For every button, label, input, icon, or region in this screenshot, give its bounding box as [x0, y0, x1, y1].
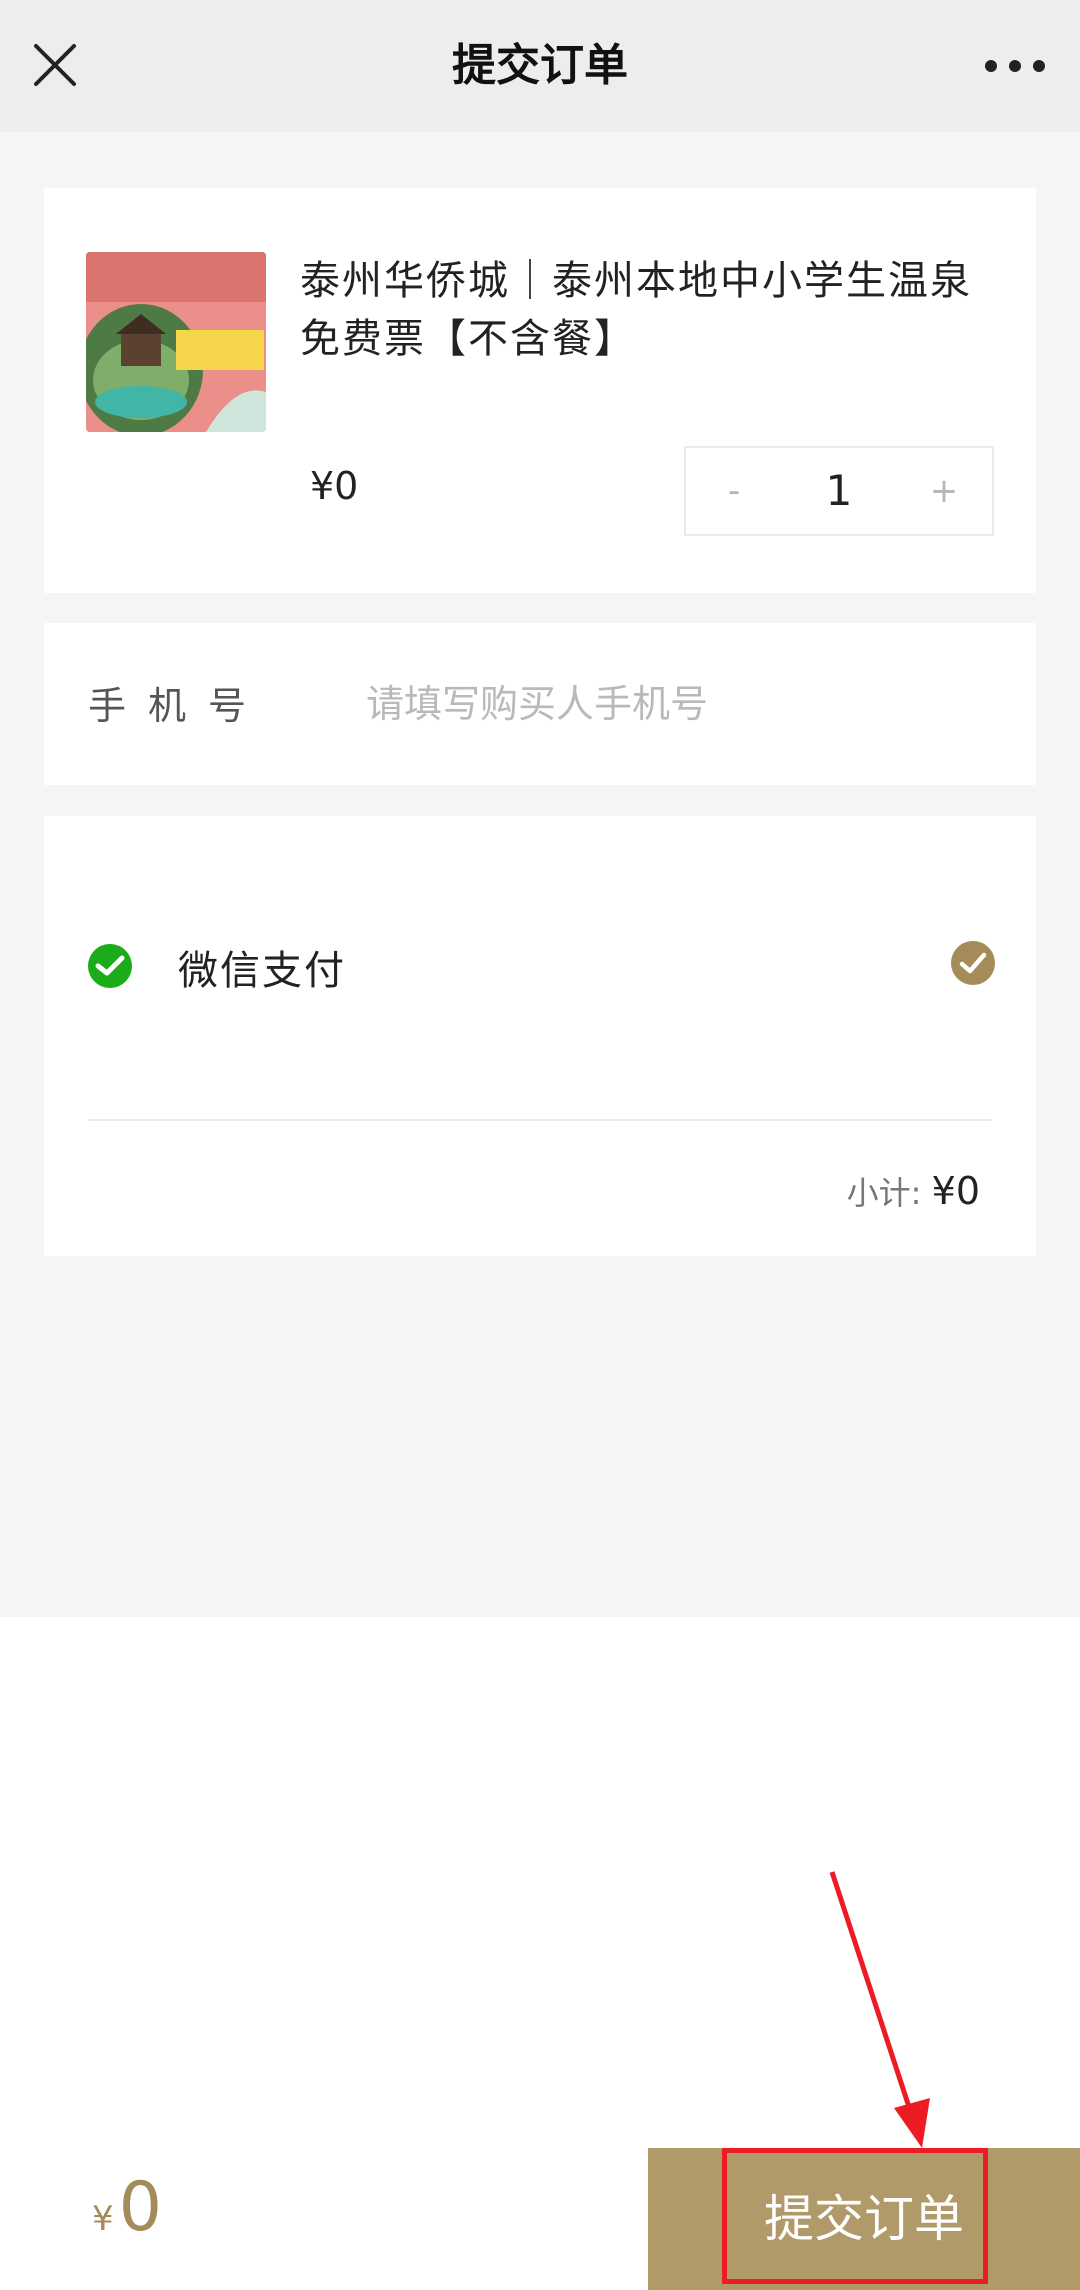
more-icon[interactable]: [980, 48, 1050, 84]
phone-label: 手机号: [88, 684, 269, 728]
product-thumbnail[interactable]: [86, 252, 266, 432]
phone-card: 手机号: [44, 623, 1036, 785]
payment-card: 微信支付 小计: ¥0: [44, 816, 1036, 1256]
phone-input[interactable]: [366, 659, 1006, 749]
payment-method-wechat[interactable]: 微信支付: [44, 816, 1036, 1116]
product-card: 泰州华侨城｜泰州本地中小学生温泉免费票【不含餐】 ¥0 - 1 +: [44, 188, 1036, 593]
total-amount: 0: [118, 2168, 162, 2247]
decrease-quantity-button[interactable]: -: [686, 448, 782, 534]
page-title: 提交订单: [452, 40, 628, 91]
total-currency: ¥: [92, 2199, 114, 2239]
submit-order-button[interactable]: 提交订单: [648, 2148, 1080, 2290]
divider: [88, 1119, 992, 1121]
product-price: ¥0: [310, 464, 359, 508]
quantity-value[interactable]: 1: [782, 448, 896, 534]
check-circle-icon: [950, 940, 996, 986]
top-navigation-bar: 提交订单: [0, 0, 1080, 132]
subtotal: 小计: ¥0: [847, 1168, 980, 1214]
bottom-bar: ¥ 0 提交订单: [0, 2148, 1080, 2290]
wechat-pay-icon: [86, 942, 134, 990]
quantity-stepper: - 1 +: [684, 446, 994, 536]
product-title: 泰州华侨城｜泰州本地中小学生温泉免费票【不含餐】: [300, 258, 972, 362]
subtotal-value: ¥0: [931, 1169, 980, 1213]
total-price: ¥ 0: [92, 2168, 162, 2247]
subtotal-label: 小计:: [846, 1174, 922, 1212]
increase-quantity-button[interactable]: +: [896, 448, 992, 534]
payment-method-label: 微信支付: [178, 948, 346, 994]
